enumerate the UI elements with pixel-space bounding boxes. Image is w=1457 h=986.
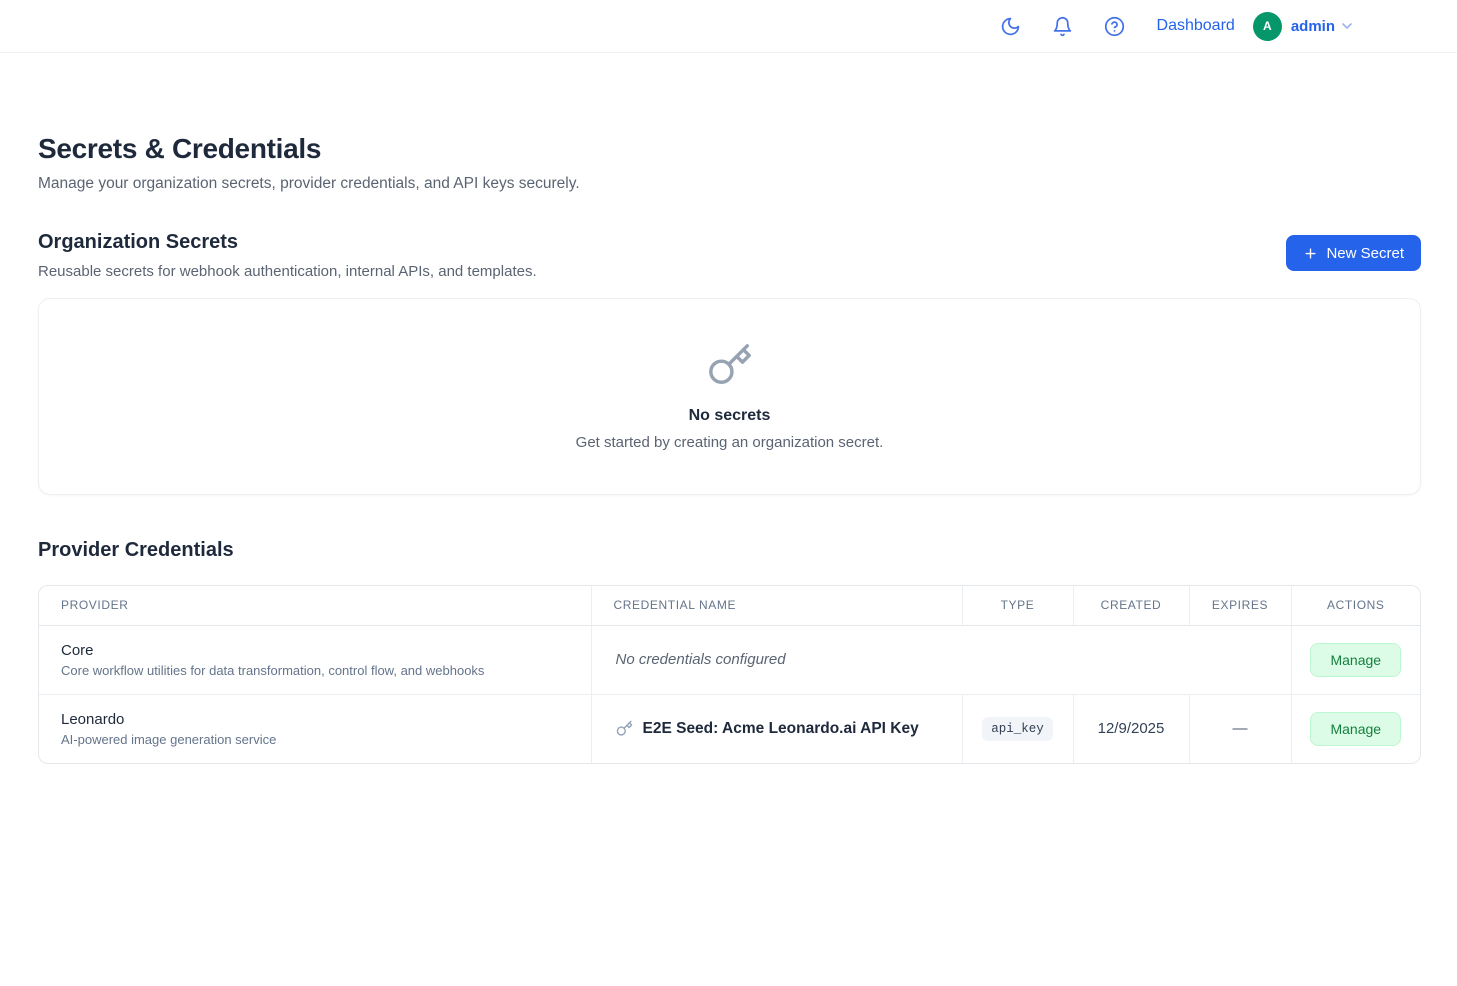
column-header-created: CREATED [1073,586,1189,625]
moon-icon [1000,16,1021,37]
provider-name: Leonardo [61,711,573,728]
user-menu[interactable]: A admin [1253,12,1355,41]
credential-cell: No credentials configured [591,625,1291,694]
key-icon [616,720,633,737]
org-secrets-heading: Organization Secrets [38,231,537,254]
org-secrets-section-header: Organization Secrets Reusable secrets fo… [38,231,1421,280]
provider-description: AI-powered image generation service [61,732,573,747]
chevron-down-icon [1339,18,1355,34]
topbar: Dashboard A admin [0,0,1457,53]
actions-cell: Manage [1291,694,1420,763]
column-header-credential-name: CREDENTIAL NAME [591,586,962,625]
dashboard-link[interactable]: Dashboard [1157,17,1235,35]
plus-icon [1303,246,1318,261]
type-badge: api_key [982,717,1053,741]
provider-description: Core workflow utilities for data transfo… [61,663,573,678]
new-secret-button-label: New Secret [1326,245,1404,262]
dark-mode-toggle[interactable] [999,14,1023,38]
notifications-button[interactable] [1051,14,1075,38]
help-icon [1104,16,1125,37]
manage-button[interactable]: Manage [1310,712,1401,746]
avatar: A [1253,12,1282,41]
new-secret-button[interactable]: New Secret [1286,235,1421,271]
empty-state-title: No secrets [689,407,771,425]
column-header-type: TYPE [962,586,1073,625]
expires-value: — [1233,720,1248,737]
expires-cell: — [1189,694,1291,763]
provider-cell: Core Core workflow utilities for data tr… [39,625,591,694]
credential-cell: E2E Seed: Acme Leonardo.ai API Key [591,694,962,763]
table-row-core: Core Core workflow utilities for data tr… [39,625,1420,694]
actions-cell: Manage [1291,625,1420,694]
table-header-row: PROVIDER CREDENTIAL NAME TYPE CREATED EX… [39,586,1420,625]
created-date: 12/9/2025 [1098,720,1165,737]
column-header-expires: EXPIRES [1189,586,1291,625]
provider-credentials-table: PROVIDER CREDENTIAL NAME TYPE CREATED EX… [38,585,1421,764]
provider-name: Core [61,642,573,659]
key-icon [707,342,753,393]
column-header-actions: ACTIONS [1291,586,1420,625]
empty-state-message: Get started by creating an organization … [576,434,884,451]
page-title: Secrets & Credentials [38,133,1421,165]
table-row-leonardo: Leonardo AI-powered image generation ser… [39,694,1420,763]
created-cell: 12/9/2025 [1073,694,1189,763]
column-header-provider: PROVIDER [39,586,591,625]
type-cell: api_key [962,694,1073,763]
user-name: admin [1291,18,1335,35]
credential-name: E2E Seed: Acme Leonardo.ai API Key [643,720,919,738]
page-subtitle: Manage your organization secrets, provid… [38,175,1421,193]
org-secrets-empty-state: No secrets Get started by creating an or… [38,298,1421,495]
provider-cell: Leonardo AI-powered image generation ser… [39,694,591,763]
no-credentials-text: No credentials configured [616,651,786,668]
main-content: Secrets & Credentials Manage your organi… [0,53,1457,764]
org-secrets-description: Reusable secrets for webhook authenticat… [38,263,537,280]
bell-icon [1052,16,1073,37]
manage-button[interactable]: Manage [1310,643,1401,677]
help-button[interactable] [1103,14,1127,38]
provider-credentials-heading: Provider Credentials [38,539,1421,562]
